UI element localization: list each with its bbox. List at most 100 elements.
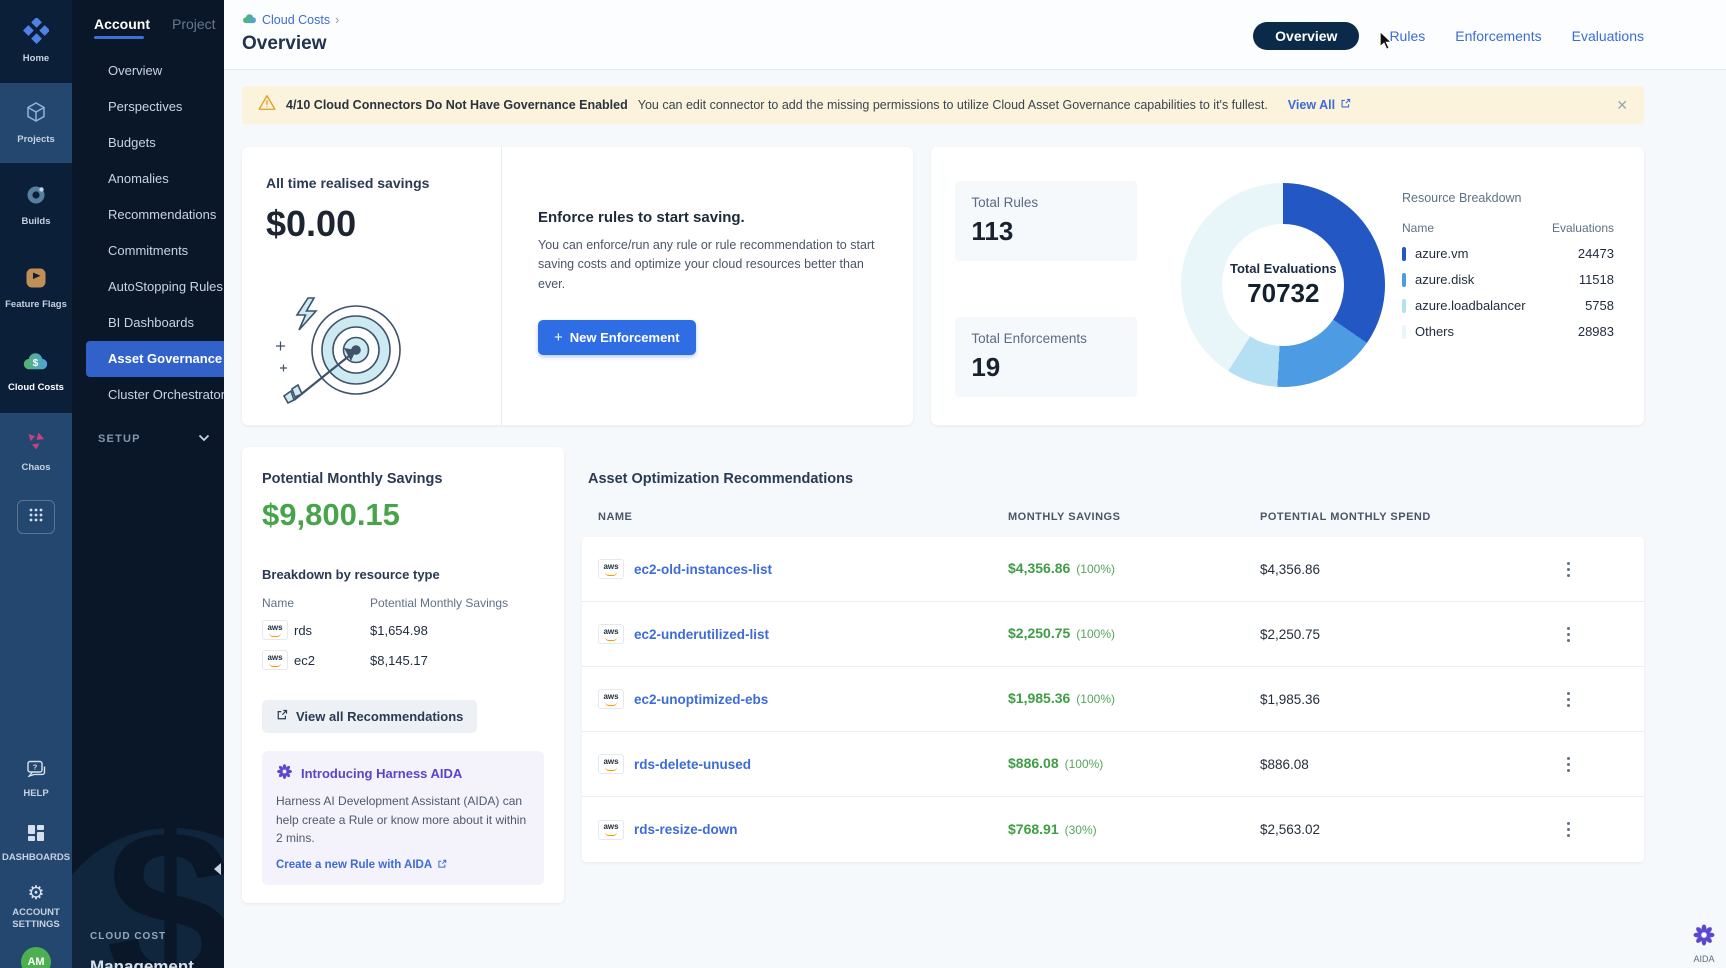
rail-feature-flags[interactable]: Feature Flags <box>0 247 72 330</box>
sidebar-item-recommendations[interactable]: Recommendations <box>72 197 224 233</box>
chaos-icon <box>24 429 48 458</box>
rail-builds[interactable]: Builds <box>0 163 72 247</box>
sidebar-item-anomalies[interactable]: Anomalies <box>72 161 224 197</box>
donut-label: Total Evaluations <box>1230 261 1337 276</box>
aida-pinwheel-icon <box>276 763 293 783</box>
sidebar-item-overview[interactable]: Overview <box>72 53 224 89</box>
rail-dashboards[interactable]: DASHBOARDS <box>2 823 70 864</box>
kebab-menu-icon[interactable] <box>1560 627 1576 642</box>
legend-swatch <box>1402 273 1406 287</box>
banner-title: 4/10 Cloud Connectors Do Not Have Govern… <box>286 98 628 112</box>
sidebar-collapse-icon[interactable] <box>213 862 222 880</box>
potential-row-ec2: aws ec2 $8,145.17 <box>262 650 544 670</box>
cloud-costs-icon: $ <box>22 349 49 378</box>
sidebar-item-commitments[interactable]: Commitments <box>72 233 224 269</box>
potential-row-rds: aws rds $1,654.98 <box>262 620 544 640</box>
header-tabs: Overview Rules Enforcements Evaluations <box>1253 12 1644 69</box>
page-header: Cloud Costs › Overview Overview Rules En… <box>224 0 1726 70</box>
asset-optimization-recommendations: Asset Optimization Recommendations NAME … <box>582 447 1644 862</box>
aida-create-rule-link[interactable]: Create a new Rule with AIDA <box>276 859 447 872</box>
chevron-down-icon <box>198 433 210 445</box>
tab-overview[interactable]: Overview <box>1253 22 1359 50</box>
user-avatar[interactable]: AM <box>21 947 51 968</box>
sidebar-footer-kicker: CLOUD COST <box>90 931 166 942</box>
rail-home[interactable]: Home <box>0 0 72 83</box>
svg-text:$: $ <box>33 358 39 369</box>
sidebar-item-asset-governance[interactable]: Asset Governance <box>86 341 224 377</box>
potential-col-name: Name <box>262 596 370 610</box>
sidebar-item-budgets[interactable]: Budgets <box>72 125 224 161</box>
sidebar-nav: Overview Perspectives Budgets Anomalies … <box>72 53 224 413</box>
resource-breakdown-title: Resource Breakdown <box>1402 191 1614 205</box>
kebab-menu-icon[interactable] <box>1560 822 1576 837</box>
total-enforcements-stat: Total Enforcements 19 <box>955 317 1137 397</box>
col-potential-monthly-spend: POTENTIAL MONTHLY SPEND <box>1260 511 1560 523</box>
new-enforcement-button[interactable]: + New Enforcement <box>538 320 696 355</box>
aws-icon: aws <box>262 620 288 640</box>
module-grid-button[interactable] <box>17 500 55 534</box>
tab-rules[interactable]: Rules <box>1389 22 1425 50</box>
sidebar-footer-title: Management <box>90 957 194 968</box>
enforce-cta-title: Enforce rules to start saving. <box>538 209 877 226</box>
rule-link[interactable]: rds-delete-unused <box>634 757 751 772</box>
kebab-menu-icon[interactable] <box>1560 757 1576 772</box>
total-rules-value: 113 <box>971 216 1121 247</box>
view-all-recommendations-button[interactable]: View all Recommendations <box>262 700 477 733</box>
governance-warning-banner: 4/10 Cloud Connectors Do Not Have Govern… <box>242 86 1644 124</box>
aida-fab-button[interactable]: AIDA <box>1692 923 1716 964</box>
aws-icon: aws <box>598 559 624 579</box>
rule-link[interactable]: rds-resize-down <box>634 822 738 837</box>
rail-help[interactable]: ? HELP <box>23 759 48 800</box>
breakdown-row: azure.loadbalancer5758 <box>1402 298 1614 313</box>
sidebar-setup-toggle[interactable]: SETUP <box>72 413 224 445</box>
tab-evaluations[interactable]: Evaluations <box>1572 22 1644 50</box>
sidebar-item-perspectives[interactable]: Perspectives <box>72 89 224 125</box>
banner-view-all-link[interactable]: View All <box>1288 98 1351 112</box>
potential-col-savings: Potential Monthly Savings <box>370 596 544 610</box>
total-enforcements-label: Total Enforcements <box>971 331 1121 346</box>
sidebar-item-autostopping-rules[interactable]: AutoStopping Rules <box>72 269 224 305</box>
rule-link[interactable]: ec2-underutilized-list <box>634 627 769 642</box>
kebab-menu-icon[interactable] <box>1560 562 1576 577</box>
aws-icon: aws <box>598 820 624 840</box>
table-row[interactable]: aws ec2-underutilized-list $2,250.75(100… <box>582 602 1644 667</box>
gear-icon: ⚙ <box>27 884 44 903</box>
tab-project[interactable]: Project <box>172 16 216 32</box>
tab-enforcements[interactable]: Enforcements <box>1455 22 1541 50</box>
tab-account[interactable]: Account <box>94 16 150 32</box>
table-row[interactable]: aws ec2-old-instances-list $4,356.86(100… <box>582 537 1644 602</box>
rail-cloud-costs[interactable]: $ Cloud Costs <box>0 330 72 413</box>
breadcrumb-separator: › <box>335 13 339 27</box>
rail-chaos-label: Chaos <box>21 462 50 474</box>
rule-link[interactable]: ec2-unoptimized-ebs <box>634 692 768 707</box>
breadcrumb: Cloud Costs › <box>242 12 339 28</box>
aws-icon: aws <box>598 689 624 709</box>
table-row[interactable]: aws rds-delete-unused $886.08(100%) $886… <box>582 732 1644 797</box>
rail-feature-flags-label: Feature Flags <box>5 299 67 311</box>
sidebar-item-bi-dashboards[interactable]: BI Dashboards <box>72 305 224 341</box>
help-chat-icon: ? <box>25 759 47 784</box>
warning-icon <box>258 94 276 116</box>
rail-projects[interactable]: Projects <box>0 83 72 163</box>
rule-link[interactable]: ec2-old-instances-list <box>634 562 772 577</box>
main-area: Cloud Costs › Overview Overview Rules En… <box>224 0 1726 968</box>
sidebar-footer: $ CLOUD COST Management <box>72 748 224 968</box>
external-link-icon <box>1340 98 1351 112</box>
rail-account-settings[interactable]: ⚙ ACCOUNT SETTINGS <box>5 884 67 931</box>
sidebar-item-cluster-orchestrator[interactable]: Cluster Orchestrator <box>72 377 224 413</box>
cloud-costs-icon <box>242 12 257 28</box>
total-rules-label: Total Rules <box>971 195 1121 210</box>
external-link-icon <box>437 859 447 872</box>
page-content: 4/10 Cloud Connectors Do Not Have Govern… <box>224 70 1726 903</box>
breadcrumb-cloud-costs-link[interactable]: Cloud Costs <box>262 13 330 27</box>
rail-chaos[interactable]: Chaos <box>0 413 72 490</box>
col-name: NAME <box>598 511 1008 523</box>
kebab-menu-icon[interactable] <box>1560 692 1576 707</box>
potential-savings-value: $9,800.15 <box>262 497 544 533</box>
table-row[interactable]: aws rds-resize-down $768.91(30%) $2,563.… <box>582 797 1644 862</box>
banner-close-icon[interactable]: ✕ <box>1616 97 1628 114</box>
aida-fab-label: AIDA <box>1693 954 1714 964</box>
rail-projects-label: Projects <box>17 134 55 146</box>
table-row[interactable]: aws ec2-unoptimized-ebs $1,985.36(100%) … <box>582 667 1644 732</box>
rail-home-label: Home <box>23 53 49 65</box>
